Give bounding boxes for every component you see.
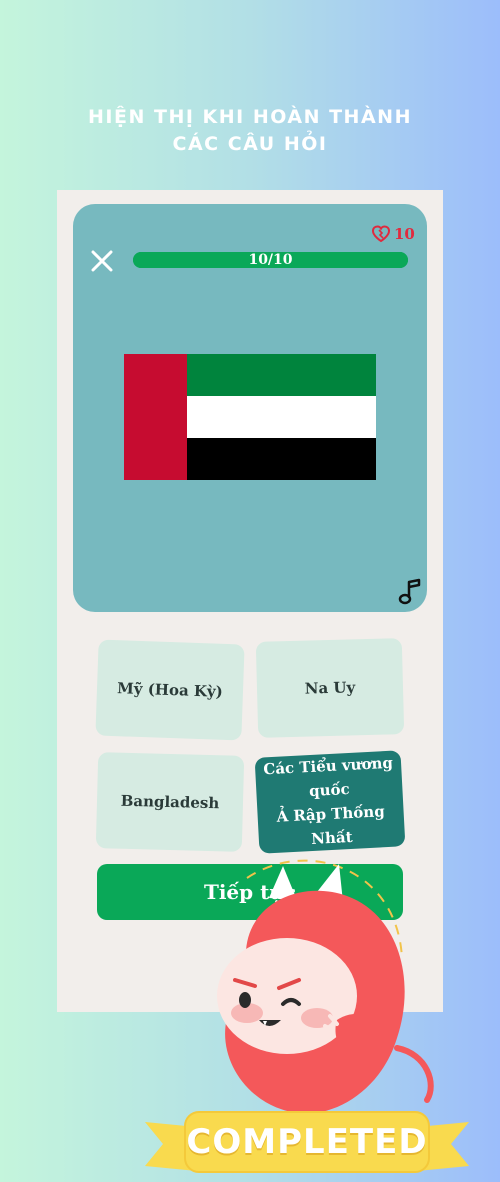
answer-option-3[interactable]: Bangladesh: [95, 752, 245, 852]
phone-screen: 10/10 10 Mỹ (Hoa Kỳ) Na Uy Bangladesh Cá…: [57, 190, 469, 1173]
music-button[interactable]: [397, 578, 423, 606]
answer-option-2[interactable]: Na Uy: [255, 638, 405, 738]
headline: HIỆN THỊ KHI HOÀN THÀNH CÁC CÂU HỎI: [0, 104, 500, 158]
answer-option-4[interactable]: Các Tiểu vương quốc Ả Rập Thống Nhất: [254, 750, 406, 854]
flag-green-stripe: [187, 354, 376, 396]
uae-flag: [124, 354, 376, 480]
answer-1-label: Mỹ (Hoa Kỳ): [116, 679, 224, 701]
heart-icon: [371, 225, 391, 243]
headline-line-1: HIỆN THỊ KHI HOÀN THÀNH: [88, 106, 412, 128]
progress-text: 10/10: [248, 252, 293, 268]
close-icon: [91, 250, 113, 272]
flag-black-stripe: [187, 438, 376, 480]
flag-white-stripe: [187, 396, 376, 438]
close-button[interactable]: [89, 248, 115, 274]
answer-option-1[interactable]: Mỹ (Hoa Kỳ): [95, 639, 245, 741]
answer-4-label-line-1: Các Tiểu vương quốc: [262, 753, 394, 801]
headline-line-2: CÁC CÂU HỎI: [172, 133, 328, 155]
completed-banner-label: COMPLETED: [186, 1122, 428, 1162]
question-card: 10/10 10: [73, 204, 427, 612]
red-devil-mascot: [217, 859, 434, 1114]
answer-2-label: Na Uy: [304, 678, 356, 698]
answer-3-label: Bangladesh: [120, 791, 220, 813]
lives-counter: 10: [371, 222, 415, 246]
answer-4-label-line-2: Ả Rập Thống Nhất: [276, 802, 386, 849]
flag-red-band: [124, 354, 187, 480]
progress-bar: 10/10: [133, 252, 408, 268]
lives-count: 10: [394, 225, 415, 243]
music-note-icon: [398, 578, 421, 605]
